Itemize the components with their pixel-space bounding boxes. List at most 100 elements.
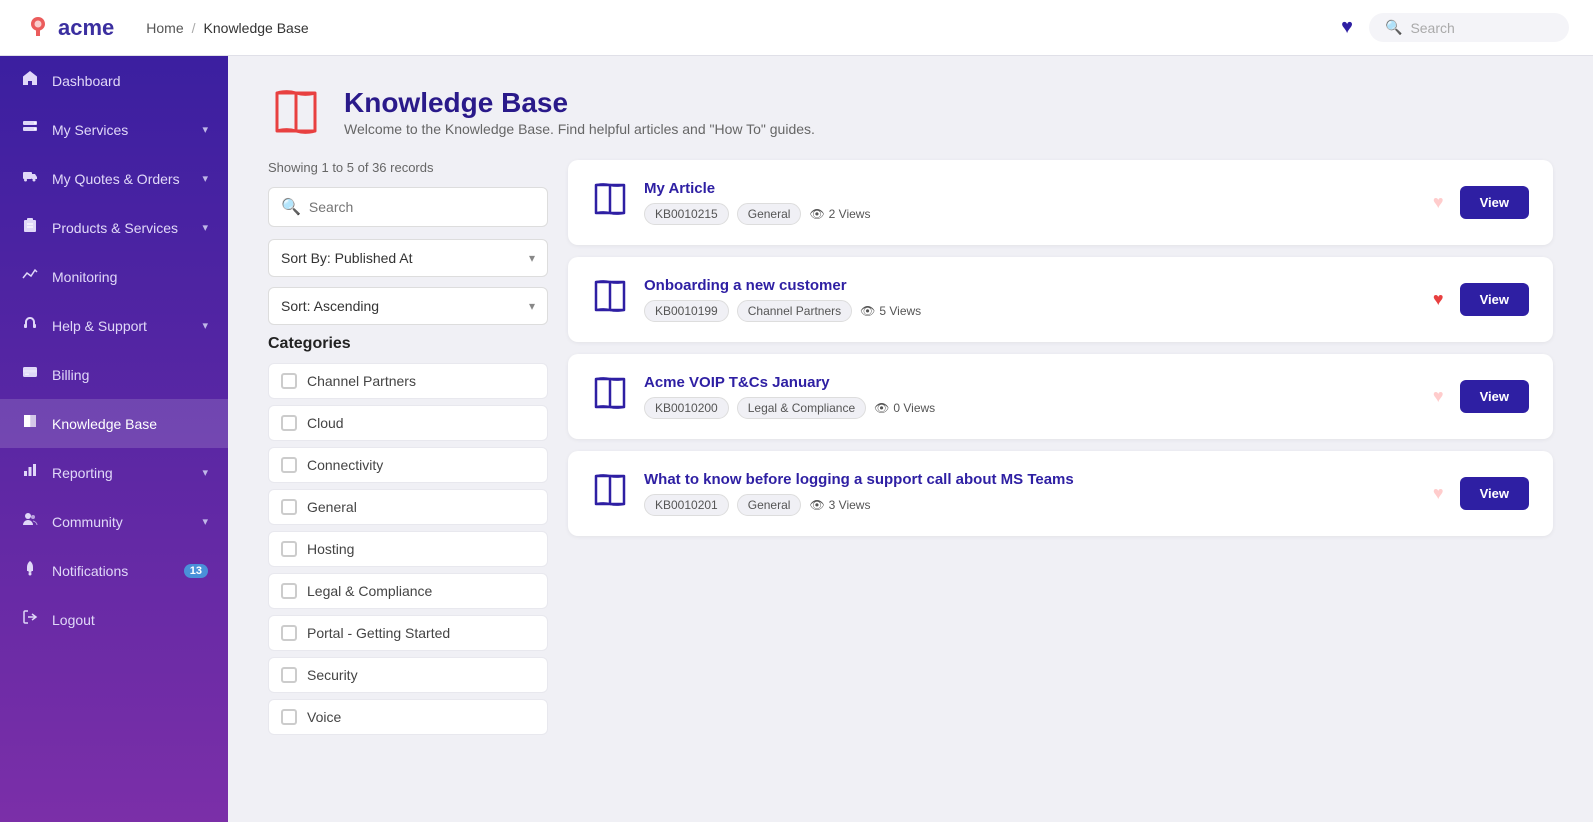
category-checkbox[interactable]: [281, 415, 297, 431]
sidebar-item-knowledge-base[interactable]: Knowledge Base: [0, 399, 228, 448]
chevron-icon: ▾: [202, 221, 208, 234]
category-label: Portal - Getting Started: [307, 625, 450, 641]
right-panel: My Article KB0010215 General 👁 2 Views ♥…: [568, 160, 1553, 741]
sidebar-item-dashboard[interactable]: Dashboard: [0, 56, 228, 105]
category-item[interactable]: Legal & Compliance: [268, 573, 548, 609]
chevron-icon: ▾: [202, 172, 208, 185]
category-item[interactable]: General: [268, 489, 548, 525]
article-views: 👁 0 Views: [874, 401, 935, 415]
eye-icon: 👁: [860, 304, 875, 318]
logout-icon: [20, 609, 40, 630]
eye-icon: 👁: [809, 498, 824, 512]
like-button[interactable]: ♥: [1429, 382, 1448, 411]
article-id: KB0010199: [644, 300, 729, 322]
category-checkbox[interactable]: [281, 499, 297, 515]
article-search-box[interactable]: 🔍: [268, 187, 548, 227]
headset-icon: [20, 315, 40, 336]
sidebar-item-my-services[interactable]: My Services ▾: [0, 105, 228, 154]
notification-badge: 13: [184, 564, 208, 578]
page-title-block: Knowledge Base Welcome to the Knowledge …: [344, 87, 815, 137]
article-icon: [592, 375, 628, 418]
sort-by-dropdown[interactable]: Sort By: Published At ▾: [268, 239, 548, 277]
category-item[interactable]: Voice: [268, 699, 548, 735]
sidebar-item-monitoring[interactable]: Monitoring: [0, 252, 228, 301]
category-checkbox[interactable]: [281, 583, 297, 599]
sidebar-item-reporting[interactable]: Reporting ▾: [0, 448, 228, 497]
favorites-icon[interactable]: ♥: [1341, 16, 1353, 39]
category-item[interactable]: Portal - Getting Started: [268, 615, 548, 651]
article-search-input[interactable]: [309, 199, 535, 215]
like-button[interactable]: ♥: [1429, 479, 1448, 508]
article-meta: KB0010200 Legal & Compliance 👁 0 Views: [644, 397, 1413, 419]
article-card: Onboarding a new customer KB0010199 Chan…: [568, 257, 1553, 342]
article-views: 👁 5 Views: [860, 304, 921, 318]
topnav-right: ♥ 🔍 Search: [1341, 13, 1569, 42]
like-button[interactable]: ♥: [1429, 285, 1448, 314]
article-card: What to know before logging a support ca…: [568, 451, 1553, 536]
search-icon: 🔍: [1385, 19, 1402, 36]
sidebar-item-logout[interactable]: Logout: [0, 595, 228, 644]
main-content: Knowledge Base Welcome to the Knowledge …: [228, 56, 1593, 822]
sidebar-item-products-services[interactable]: Products & Services ▾: [0, 203, 228, 252]
sidebar-item-community[interactable]: Community ▾: [0, 497, 228, 546]
search-icon: 🔍: [281, 197, 301, 217]
article-category: General: [737, 494, 802, 516]
clipboard-icon: [20, 217, 40, 238]
article-meta: KB0010199 Channel Partners 👁 5 Views: [644, 300, 1413, 322]
article-title: Acme VOIP T&Cs January: [644, 374, 1413, 391]
sidebar-item-notifications[interactable]: Notifications 13: [0, 546, 228, 595]
logo[interactable]: acme: [24, 14, 114, 42]
bell-icon: [20, 560, 40, 581]
categories-title: Categories: [268, 335, 548, 353]
like-button[interactable]: ♥: [1429, 188, 1448, 217]
article-icon: [592, 472, 628, 515]
category-checkbox[interactable]: [281, 373, 297, 389]
category-item[interactable]: Connectivity: [268, 447, 548, 483]
server-icon: [20, 119, 40, 140]
article-meta: KB0010201 General 👁 3 Views: [644, 494, 1413, 516]
article-id: KB0010215: [644, 203, 729, 225]
article-actions: ♥ View: [1429, 283, 1529, 316]
article-meta: KB0010215 General 👁 2 Views: [644, 203, 1413, 225]
content-area: Showing 1 to 5 of 36 records 🔍 Sort By: …: [228, 160, 1593, 781]
article-icon: [592, 278, 628, 321]
article-title: Onboarding a new customer: [644, 277, 1413, 294]
category-checkbox[interactable]: [281, 541, 297, 557]
view-button[interactable]: View: [1460, 186, 1529, 219]
category-item[interactable]: Security: [268, 657, 548, 693]
category-item[interactable]: Channel Partners: [268, 363, 548, 399]
article-actions: ♥ View: [1429, 186, 1529, 219]
search-box[interactable]: 🔍 Search: [1369, 13, 1569, 42]
category-label: Channel Partners: [307, 373, 416, 389]
view-button[interactable]: View: [1460, 477, 1529, 510]
page-header: Knowledge Base Welcome to the Knowledge …: [228, 56, 1593, 160]
left-panel: Showing 1 to 5 of 36 records 🔍 Sort By: …: [268, 160, 548, 741]
view-button[interactable]: View: [1460, 283, 1529, 316]
category-checkbox[interactable]: [281, 625, 297, 641]
sidebar-item-billing[interactable]: Billing: [0, 350, 228, 399]
records-count: Showing 1 to 5 of 36 records: [268, 160, 548, 175]
category-checkbox[interactable]: [281, 709, 297, 725]
bar-chart-icon: [20, 462, 40, 483]
category-checkbox[interactable]: [281, 667, 297, 683]
category-checkbox[interactable]: [281, 457, 297, 473]
home-icon: [20, 70, 40, 91]
sidebar-item-my-quotes[interactable]: My Quotes & Orders ▾: [0, 154, 228, 203]
breadcrumb-home[interactable]: Home: [146, 20, 183, 36]
article-card: My Article KB0010215 General 👁 2 Views ♥…: [568, 160, 1553, 245]
article-title: What to know before logging a support ca…: [644, 471, 1413, 488]
article-actions: ♥ View: [1429, 380, 1529, 413]
category-label: Voice: [307, 709, 341, 725]
article-id: KB0010201: [644, 494, 729, 516]
page-subtitle: Welcome to the Knowledge Base. Find help…: [344, 121, 815, 137]
category-item[interactable]: Cloud: [268, 405, 548, 441]
view-button[interactable]: View: [1460, 380, 1529, 413]
sort-order-dropdown[interactable]: Sort: Ascending ▾: [268, 287, 548, 325]
sidebar-item-help-support[interactable]: Help & Support ▾: [0, 301, 228, 350]
category-label: Cloud: [307, 415, 344, 431]
search-placeholder[interactable]: Search: [1410, 20, 1454, 36]
chevron-down-icon: ▾: [529, 299, 535, 313]
category-item[interactable]: Hosting: [268, 531, 548, 567]
article-category: General: [737, 203, 802, 225]
category-label: Security: [307, 667, 358, 683]
